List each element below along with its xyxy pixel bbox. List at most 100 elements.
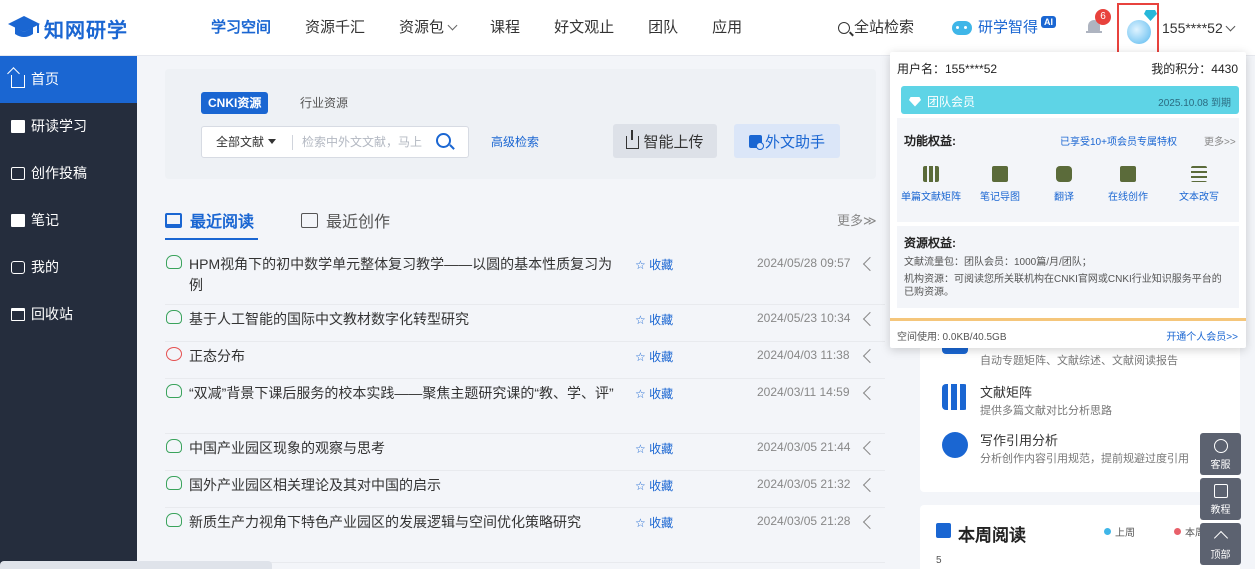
feature-single-matrix[interactable]: 单篇文献矩阵 — [900, 166, 962, 203]
space-usage-bar — [890, 318, 1246, 321]
list-item[interactable]: 中国产业园区现象的观察与思考 ☆ 收藏 2024/03/05 21:44 — [165, 434, 885, 471]
logo[interactable]: 知网研学 — [8, 13, 128, 43]
share-icon[interactable] — [862, 256, 878, 272]
foreign-helper-button[interactable]: 外文助手 — [734, 124, 840, 158]
document-icon — [166, 384, 182, 398]
share-icon[interactable] — [862, 477, 878, 493]
mindmap-icon — [992, 166, 1008, 182]
chevron-down-icon — [447, 20, 458, 31]
sidebar-item-label: 我的 — [31, 259, 59, 275]
site-search-button[interactable]: 全站检索 — [838, 0, 914, 56]
user-menu[interactable]: 155****52 — [1162, 0, 1236, 56]
translate-icon — [748, 134, 764, 150]
document-title[interactable]: 基于人工智能的国际中文教材数字化转型研究 — [189, 309, 619, 330]
nav-good-articles[interactable]: 好文观止 — [537, 0, 631, 56]
feature-online-writing[interactable]: 在线创作 — [1097, 166, 1159, 203]
scope-select[interactable]: 全部文献 — [216, 127, 277, 157]
favorite-button[interactable]: ☆ 收藏 — [635, 385, 673, 402]
vip-privileges-text[interactable]: 已享受10+项会员专属特权 — [1060, 133, 1177, 148]
share-icon[interactable] — [862, 514, 878, 530]
feature-note-mindmap[interactable]: 笔记导图 — [969, 166, 1031, 203]
resource-title: 资源权益: — [904, 236, 956, 250]
feature-translate[interactable]: 翻译 — [1033, 166, 1095, 203]
member-expire: 2025.10.08 到期 — [1158, 98, 1231, 109]
favorite-button[interactable]: ☆ 收藏 — [635, 348, 673, 365]
sidebar-item-trash[interactable]: 回收站 — [0, 291, 137, 338]
nav-team[interactable]: 团队 — [631, 0, 695, 56]
recent-reading-card: 最近阅读 最近创作 更多≫ HPM视角下的初中数学单元整体复习教学——以圆的基本… — [165, 196, 891, 569]
home-icon — [11, 75, 25, 88]
document-title[interactable]: 国外产业园区相关理论及其对中国的启示 — [189, 475, 619, 496]
share-icon[interactable] — [862, 440, 878, 456]
tab-industry-resources[interactable]: 行业资源 — [300, 92, 348, 114]
upgrade-personal-link[interactable]: 开通个人会员>> — [1166, 328, 1238, 343]
favorite-button[interactable]: ☆ 收藏 — [635, 477, 673, 494]
ai-assistant-link[interactable]: 研学智得 AI — [952, 0, 1057, 56]
share-icon[interactable] — [862, 348, 878, 364]
favorite-button[interactable]: ☆ 收藏 — [635, 440, 673, 457]
tab-label: 最近阅读 — [190, 214, 255, 231]
sidebar-item-writing[interactable]: 创作投稿 — [0, 150, 137, 197]
customer-service-button[interactable]: 客服 — [1200, 433, 1241, 475]
institution-resource-text: 机构资源：可阅读您所关联机构在CNKI官网或CNKI行业知识服务平台的已购资源。 — [904, 274, 1222, 298]
search-icon[interactable] — [436, 133, 455, 151]
nav-label: 资源包 — [399, 19, 445, 36]
y-tick-label: 5 — [936, 555, 942, 566]
list-item[interactable]: HPM视角下的初中数学单元整体复习教学——以圆的基本性质复习为例 ☆ 收藏 2024… — [165, 250, 885, 305]
avatar-button[interactable] — [1117, 3, 1159, 55]
dropdown-username: 用户名：155****52 — [897, 62, 998, 76]
nav-study-space[interactable]: 学习空间 — [194, 0, 288, 56]
list-item[interactable]: 基于人工智能的国际中文教材数字化转型研究 ☆ 收藏 2024/05/23 10:34 — [165, 305, 885, 342]
list-item[interactable]: “双减”背景下课后服务的校本实践——聚焦主题研究课的“教、学、评” ☆ 收藏 202… — [165, 379, 885, 434]
tab-label: 最近创作 — [326, 214, 391, 231]
feature-text-rewrite[interactable]: 文本改写 — [1168, 166, 1230, 203]
read-time: 2024/03/05 21:44 — [757, 440, 851, 454]
nav-apps[interactable]: 应用 — [695, 0, 759, 56]
back-to-top-button[interactable]: 顶部 — [1200, 523, 1241, 565]
read-time: 2024/03/05 21:32 — [757, 477, 851, 491]
search-input[interactable] — [302, 131, 430, 153]
dropdown-points[interactable]: 我的积分：4430 — [1151, 60, 1238, 77]
list-item[interactable]: 新质生产力视角下特色产业园区的发展逻辑与空间优化策略研究 ☆ 收藏 2024/03/… — [165, 508, 885, 563]
tab-recent-creation[interactable]: 最近创作 — [301, 208, 390, 232]
benefits-title: 功能权益: — [904, 134, 956, 148]
quote-icon — [942, 432, 968, 458]
horizontal-scrollbar[interactable] — [0, 561, 272, 569]
favorite-button[interactable]: ☆ 收藏 — [635, 311, 673, 328]
benefits-more-link[interactable]: 更多>> — [1204, 133, 1236, 148]
sidebar-item-mine[interactable]: 我的 — [0, 244, 137, 291]
sidebar-item-notes[interactable]: 笔记 — [0, 197, 137, 244]
list-item[interactable]: 国外产业园区相关理论及其对中国的启示 ☆ 收藏 2024/03/05 21:32 — [165, 471, 885, 508]
member-banner[interactable]: 团队会员 2025.10.08 到期 — [901, 86, 1239, 114]
notification-badge: 6 — [1095, 9, 1111, 25]
document-title[interactable]: “双减”背景下课后服务的校本实践——聚焦主题研究课的“教、学、评” — [189, 383, 619, 404]
advanced-search-link[interactable]: 高级检索 — [491, 133, 539, 150]
document-title[interactable]: 中国产业园区现象的观察与思考 — [189, 438, 619, 459]
more-link[interactable]: 更多≫ — [837, 210, 877, 229]
weekly-reading-card: 本周阅读 上周 本周 5 — [920, 505, 1240, 569]
nav-courses[interactable]: 课程 — [473, 0, 537, 56]
sidebar-item-home[interactable]: 首页 — [0, 56, 137, 103]
top-bar: 知网研学 学习空间 资源千汇 资源包 课程 好文观止 团队 应用 全站检索 研学… — [0, 0, 1255, 56]
legend-dot — [1174, 528, 1181, 535]
share-icon[interactable] — [862, 311, 878, 327]
document-title[interactable]: 正态分布 — [189, 346, 619, 367]
tab-cnki-resources[interactable]: CNKI资源 — [201, 92, 269, 114]
tutorial-button[interactable]: 教程 — [1200, 478, 1241, 520]
tab-recent-reading[interactable]: 最近阅读 — [165, 208, 254, 232]
sidebar: 首页 研读学习 创作投稿 笔记 我的 回收站 — [0, 56, 137, 569]
favorite-button[interactable]: ☆ 收藏 — [635, 514, 673, 531]
nav-resources[interactable]: 资源千汇 — [288, 0, 382, 56]
share-icon[interactable] — [862, 385, 878, 401]
nav-resource-pack[interactable]: 资源包 — [382, 0, 473, 56]
favorite-button[interactable]: ☆ 收藏 — [635, 256, 673, 273]
book-icon — [165, 212, 182, 228]
tool-desc: 自动专题矩阵、文献综述、文献阅读报告 — [980, 355, 1178, 367]
upload-icon — [626, 129, 640, 149]
feature-label: 笔记导图 — [980, 192, 1020, 203]
list-item[interactable]: 正态分布 ☆ 收藏 2024/04/03 11:38 — [165, 342, 885, 379]
document-title[interactable]: 新质生产力视角下特色产业园区的发展逻辑与空间优化策略研究 — [189, 512, 619, 533]
sidebar-item-reading[interactable]: 研读学习 — [0, 103, 137, 150]
smart-upload-button[interactable]: 智能上传 — [613, 124, 717, 158]
document-title[interactable]: HPM视角下的初中数学单元整体复习教学——以圆的基本性质复习为例 — [189, 254, 619, 296]
